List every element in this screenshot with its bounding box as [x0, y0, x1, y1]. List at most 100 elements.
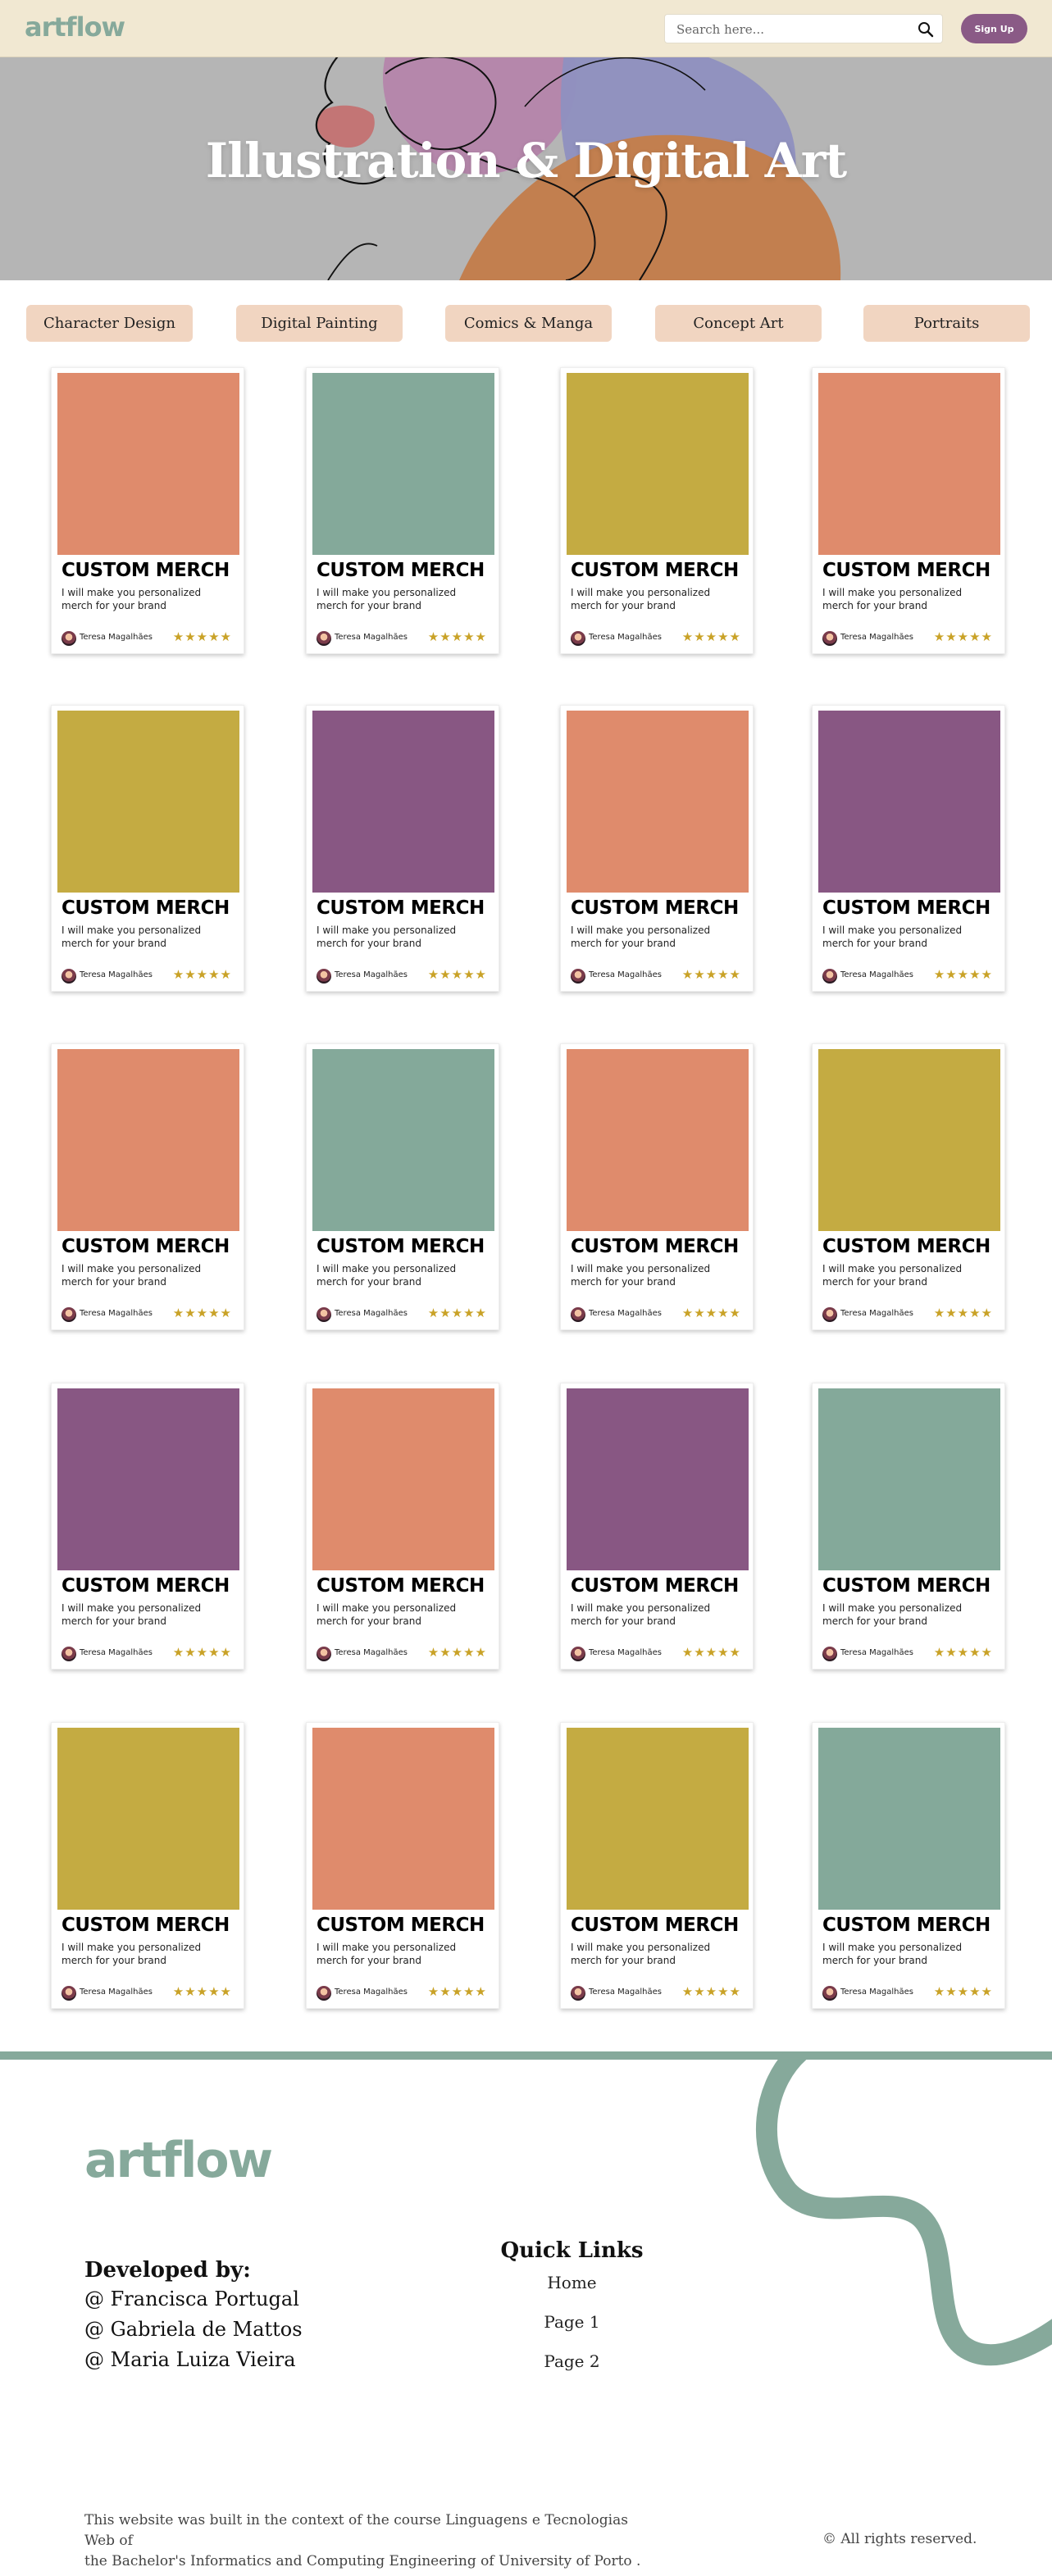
author-avatar	[317, 631, 331, 646]
author-name: Teresa Magalhães	[335, 1988, 408, 1997]
product-description: I will make you personalized merch for y…	[317, 587, 457, 611]
quick-link-home[interactable]: Home	[459, 2273, 685, 2292]
product-title: CUSTOM MERCH	[822, 1236, 991, 1257]
product-card[interactable]: CUSTOM MERCH I will make you personalized…	[560, 1043, 754, 1330]
search-icon[interactable]	[918, 21, 934, 38]
rating-stars: ★★★★★	[681, 967, 741, 982]
product-card[interactable]: CUSTOM MERCH I will make you personalized…	[306, 1722, 499, 2009]
sign-up-button[interactable]: Sign Up	[961, 14, 1027, 43]
product-thumbnail[interactable]	[818, 1049, 1000, 1231]
category-nav: Character Design Digital Painting Comics &…	[0, 280, 1052, 367]
product-thumbnail[interactable]	[818, 1388, 1000, 1570]
author-avatar	[61, 631, 76, 646]
product-card[interactable]: CUSTOM MERCH I will make you personalized…	[812, 367, 1005, 654]
product-card[interactable]: CUSTOM MERCH I will make you personalized…	[51, 1043, 244, 1330]
product-title: CUSTOM MERCH	[61, 897, 230, 919]
product-card[interactable]: CUSTOM MERCH I will make you personalized…	[812, 1043, 1005, 1330]
product-thumbnail[interactable]	[567, 1728, 749, 1910]
site-header: artflow Sign Up	[0, 0, 1052, 57]
rating-stars: ★★★★★	[681, 1984, 741, 1999]
author-avatar	[822, 1307, 837, 1322]
product-description: I will make you personalized merch for y…	[822, 1263, 963, 1288]
author-avatar	[571, 1647, 585, 1661]
product-thumbnail[interactable]	[57, 1388, 239, 1570]
product-description: I will make you personalized merch for y…	[822, 1942, 963, 1966]
rating-stars: ★★★★★	[933, 629, 993, 644]
author-name: Teresa Magalhães	[80, 1309, 153, 1318]
product-description: I will make you personalized merch for y…	[571, 925, 711, 949]
author-name: Teresa Magalhães	[80, 970, 153, 979]
quick-links-title: Quick Links	[500, 2238, 644, 2263]
product-description: I will make you personalized merch for y…	[317, 1602, 457, 1627]
product-thumbnail[interactable]	[312, 1728, 494, 1910]
product-thumbnail[interactable]	[567, 373, 749, 555]
product-thumbnail[interactable]	[312, 711, 494, 893]
product-thumbnail[interactable]	[57, 711, 239, 893]
author-name: Teresa Magalhães	[80, 1648, 153, 1657]
product-card[interactable]: CUSTOM MERCH I will make you personalized…	[51, 367, 244, 654]
product-thumbnail[interactable]	[818, 711, 1000, 893]
author-name: Teresa Magalhães	[840, 1309, 913, 1318]
category-button[interactable]: Digital Painting	[236, 305, 403, 342]
quick-link-page-2[interactable]: Page 2	[459, 2351, 685, 2371]
author-avatar	[822, 1986, 837, 2001]
author-name: Teresa Magalhães	[589, 1988, 662, 1997]
product-thumbnail[interactable]	[818, 1728, 1000, 1910]
product-thumbnail[interactable]	[818, 373, 1000, 555]
product-card[interactable]: CUSTOM MERCH I will make you personalized…	[306, 1383, 499, 1670]
product-title: CUSTOM MERCH	[317, 560, 485, 581]
rating-stars: ★★★★★	[172, 967, 232, 982]
product-description: I will make you personalized merch for y…	[822, 1602, 963, 1627]
category-button[interactable]: Concept Art	[655, 305, 822, 342]
category-button[interactable]: Comics & Manga	[445, 305, 612, 342]
product-thumbnail[interactable]	[567, 1388, 749, 1570]
author-avatar	[61, 1986, 76, 2001]
quick-link-page-1[interactable]: Page 1	[459, 2312, 685, 2332]
product-thumbnail[interactable]	[57, 373, 239, 555]
product-thumbnail[interactable]	[567, 1049, 749, 1231]
product-title: CUSTOM MERCH	[317, 1575, 485, 1597]
author-name: Teresa Magalhães	[589, 633, 662, 642]
product-description: I will make you personalized merch for y…	[61, 587, 202, 611]
search-box	[664, 14, 943, 43]
author-name: Teresa Magalhães	[335, 1648, 408, 1657]
hero-banner: Illustration & Digital Art	[0, 57, 1052, 280]
rating-stars: ★★★★★	[172, 629, 232, 644]
product-card[interactable]: CUSTOM MERCH I will make you personalized…	[560, 1383, 754, 1670]
search-input[interactable]	[676, 19, 906, 40]
header-logo[interactable]: artflow	[25, 11, 125, 43]
product-card[interactable]: CUSTOM MERCH I will make you personalized…	[306, 367, 499, 654]
product-title: CUSTOM MERCH	[822, 897, 991, 919]
category-button[interactable]: Portraits	[863, 305, 1030, 342]
product-card[interactable]: CUSTOM MERCH I will make you personalized…	[51, 1722, 244, 2009]
author-avatar	[822, 1647, 837, 1661]
author-name: Teresa Magalhães	[589, 1309, 662, 1318]
product-card[interactable]: CUSTOM MERCH I will make you personalized…	[306, 1043, 499, 1330]
product-card[interactable]: CUSTOM MERCH I will make you personalized…	[812, 1722, 1005, 2009]
rating-stars: ★★★★★	[427, 1645, 487, 1660]
category-button[interactable]: Character Design	[26, 305, 193, 342]
product-thumbnail[interactable]	[57, 1728, 239, 1910]
product-card[interactable]: CUSTOM MERCH I will make you personalized…	[812, 1383, 1005, 1670]
product-title: CUSTOM MERCH	[571, 1575, 739, 1597]
product-card[interactable]: CUSTOM MERCH I will make you personalized…	[306, 705, 499, 992]
product-card[interactable]: CUSTOM MERCH I will make you personalized…	[812, 705, 1005, 992]
product-thumbnail[interactable]	[567, 711, 749, 893]
author-name: Teresa Magalhães	[840, 1988, 913, 1997]
product-card[interactable]: CUSTOM MERCH I will make you personalized…	[560, 1722, 754, 2009]
product-card[interactable]: CUSTOM MERCH I will make you personalized…	[560, 705, 754, 992]
product-title: CUSTOM MERCH	[61, 1236, 230, 1257]
product-card[interactable]: CUSTOM MERCH I will make you personalized…	[51, 1383, 244, 1670]
author-avatar	[61, 1307, 76, 1322]
product-thumbnail[interactable]	[312, 1388, 494, 1570]
product-thumbnail[interactable]	[57, 1049, 239, 1231]
course-note-line: the Bachelor's Informatics and Computing…	[84, 2553, 641, 2569]
footer-logo[interactable]: artflow	[84, 2132, 273, 2189]
product-thumbnail[interactable]	[312, 1049, 494, 1231]
product-description: I will make you personalized merch for y…	[571, 1942, 711, 1966]
product-card[interactable]: CUSTOM MERCH I will make you personalized…	[560, 367, 754, 654]
product-card[interactable]: CUSTOM MERCH I will make you personalized…	[51, 705, 244, 992]
product-title: CUSTOM MERCH	[317, 1915, 485, 1936]
product-thumbnail[interactable]	[312, 373, 494, 555]
rating-stars: ★★★★★	[681, 1645, 741, 1660]
